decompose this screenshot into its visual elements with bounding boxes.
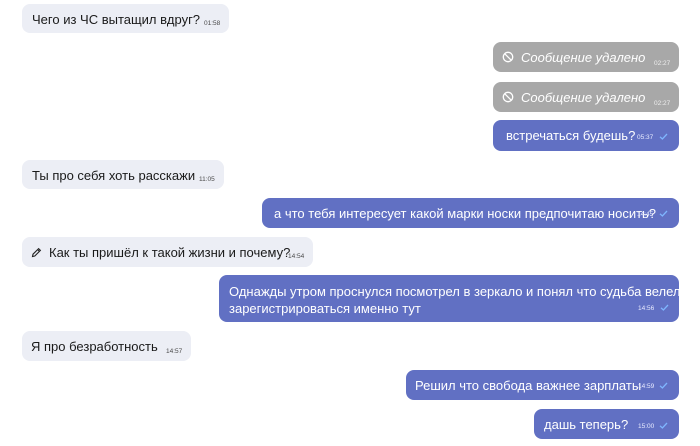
message-text: Чего из ЧС вытащил вдруг? <box>32 12 201 27</box>
message-outgoing[interactable]: Однажды утром проснулся посмотрел в зерк… <box>219 275 700 322</box>
message-time: 11:05 <box>199 176 215 183</box>
message-time: 14:45 <box>637 211 654 218</box>
message-incoming[interactable]: Ты про себя хоть расскажи 11:05 <box>22 160 224 189</box>
message-text: Как ты пришёл к такой жизни и почему? <box>49 245 291 260</box>
message-text-line2: зарегистрироваться именно тут <box>229 301 421 316</box>
message-deleted[interactable]: Сообщение удалено 02:27 <box>493 42 679 72</box>
message-deleted[interactable]: Сообщение удалено 02:27 <box>493 82 679 112</box>
message-time: 15:00 <box>638 423 655 430</box>
message-time: 14:57 <box>166 348 183 355</box>
message-text: дашь теперь? <box>544 417 629 432</box>
message-time: 05:37 <box>637 134 654 141</box>
message-time: 02:27 <box>654 100 671 107</box>
deleted-icon <box>502 91 514 103</box>
message-incoming[interactable]: Я про безработность 14:57 <box>22 331 191 361</box>
message-outgoing[interactable]: Решил что свобода важнее зарплаты 14:59 <box>406 370 679 400</box>
pencil-icon <box>31 247 42 258</box>
read-check-icon <box>659 133 668 140</box>
message-time: 02:27 <box>654 60 671 67</box>
message-text: Ты про себя хоть расскажи <box>32 168 196 183</box>
message-outgoing[interactable]: а что тебя интересует какой марки носки … <box>262 198 679 228</box>
message-incoming-edited[interactable]: Как ты пришёл к такой жизни и почему? 14… <box>22 237 313 267</box>
deleted-icon <box>502 51 514 63</box>
read-check-icon <box>659 422 668 429</box>
message-text: а что тебя интересует какой марки носки … <box>274 206 657 221</box>
message-text: Сообщение удалено <box>521 50 646 65</box>
message-outgoing[interactable]: встречаться будешь? 05:37 <box>493 120 679 151</box>
message-text: встречаться будешь? <box>506 128 636 143</box>
message-text: Сообщение удалено <box>521 90 646 105</box>
message-time: 01:58 <box>204 20 221 27</box>
message-outgoing[interactable]: дашь теперь? 15:00 <box>534 409 679 439</box>
read-check-icon <box>659 210 668 217</box>
message-time: 14:54 <box>288 253 305 260</box>
read-check-icon <box>659 382 668 389</box>
message-time: 14:56 <box>638 305 655 312</box>
message-text: Я про безработность <box>31 339 158 354</box>
read-check-icon <box>660 304 669 311</box>
message-incoming[interactable]: Чего из ЧС вытащил вдруг? 01:58 <box>22 4 229 33</box>
message-text: Решил что свобода важнее зарплаты <box>415 378 642 393</box>
message-time: 14:59 <box>638 383 655 390</box>
message-text-line1: Однажды утром проснулся посмотрел в зерк… <box>229 284 700 299</box>
